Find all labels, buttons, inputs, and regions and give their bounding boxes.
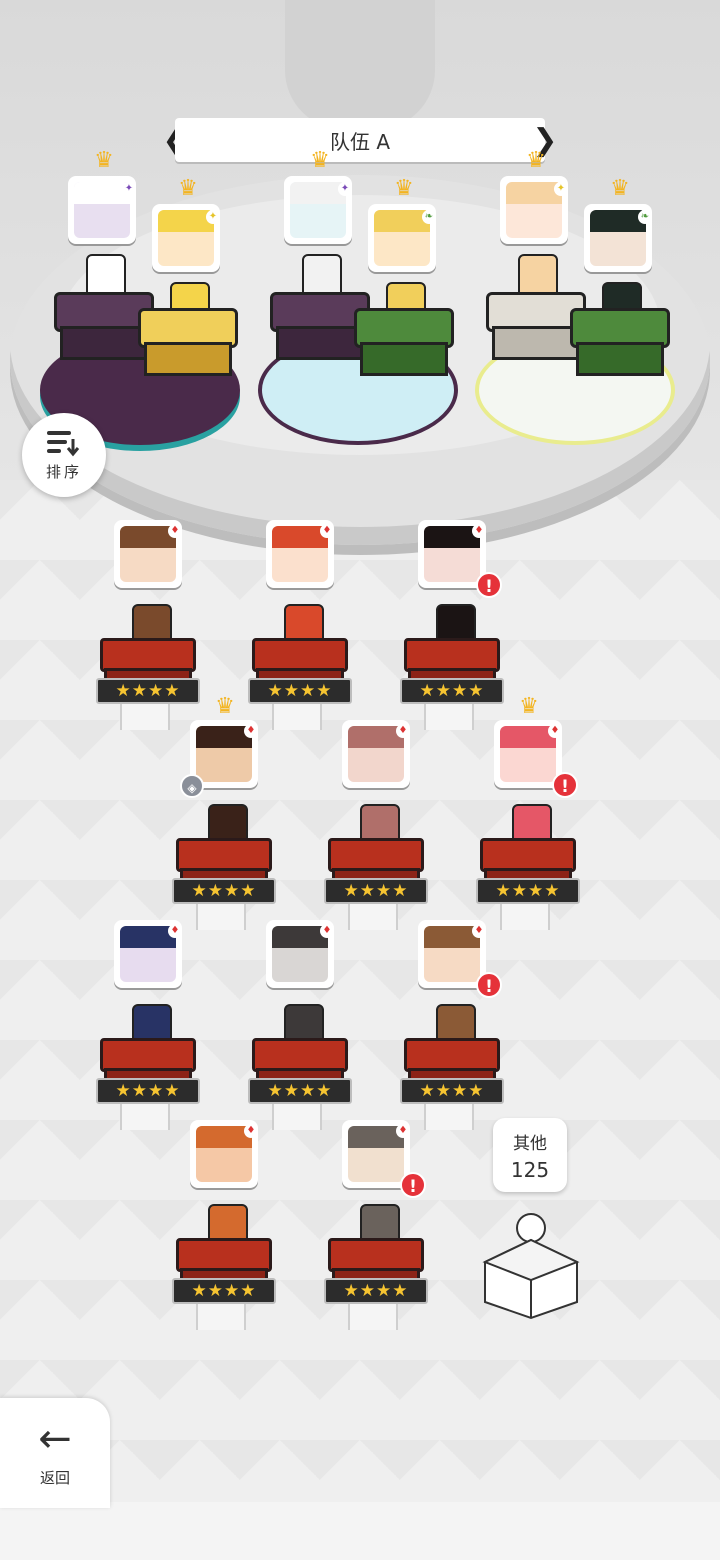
element-icon: ♦ — [396, 1124, 410, 1138]
star-rating: ★★★★ — [96, 1078, 200, 1104]
pedestal-pillar — [348, 1304, 398, 1330]
element-icon: ♦ — [548, 724, 562, 738]
pedestal-side — [144, 342, 232, 376]
roster-hero[interactable]: ♦! ★★★★ — [324, 1120, 432, 1330]
star-rating: ★★★★ — [324, 1278, 428, 1304]
star-rating: ★★★★ — [400, 678, 504, 704]
crown-icon: ♛ — [310, 148, 330, 173]
roster-hero[interactable]: ♦ ★★★★ — [248, 520, 356, 730]
star-rating: ★★★★ — [324, 878, 428, 904]
team-hero[interactable]: ♛ ❧ — [354, 178, 454, 424]
element-icon: ❧ — [422, 210, 436, 224]
crown-icon: ♛ — [394, 176, 414, 201]
pedestal-top — [100, 1038, 196, 1072]
team-name: 队伍 A — [329, 129, 391, 154]
pedestal-top — [176, 1238, 272, 1272]
element-icon: ✦ — [554, 182, 568, 196]
sort-button[interactable]: 排序 — [22, 413, 106, 497]
element-icon: ♦ — [168, 924, 182, 938]
alert-badge: ! — [476, 972, 502, 998]
others-placeholder-cube[interactable] — [482, 1210, 580, 1320]
element-icon: ♦ — [168, 524, 182, 538]
crown-icon: ♛ — [94, 148, 114, 173]
team-hero[interactable]: ♛ ❧ — [570, 178, 670, 424]
others-count: 125 — [510, 1157, 550, 1182]
pedestal-side — [360, 342, 448, 376]
arena-emblem — [285, 0, 435, 130]
game-scene: ❮ 队伍 A ❯ ♛✦♛✦♛✦♛❧♛✦♛❧ ♦★★★★♦★★★★♦!★★★★♛♦… — [0, 0, 720, 1560]
team-hero[interactable]: ♛ ✦ — [486, 150, 586, 396]
pedestal-side — [576, 342, 664, 376]
pedestal-top — [328, 1238, 424, 1272]
star-rating: ★★★★ — [172, 878, 276, 904]
element-icon: ❧ — [638, 210, 652, 224]
others-label: 其他 — [513, 1133, 547, 1154]
element-icon: ♦ — [472, 924, 486, 938]
star-rating: ★★★★ — [248, 1078, 352, 1104]
element-icon: ♦ — [244, 1124, 258, 1138]
roster-hero[interactable]: ♦ ★★★★ — [96, 520, 204, 730]
sort-icon — [47, 430, 80, 456]
sort-button-label: 排序 — [45, 462, 82, 481]
pedestal-top — [176, 838, 272, 872]
crown-icon: ♛ — [526, 148, 546, 173]
team-hero[interactable]: ♛ ✦ — [270, 150, 370, 396]
star-rating: ★★★★ — [248, 678, 352, 704]
back-button-label: 返回 — [39, 1468, 70, 1487]
pedestal-pillar — [196, 1304, 246, 1330]
pedestal-top — [480, 838, 576, 872]
back-button[interactable]: ← 返回 — [0, 1398, 110, 1508]
roster-hero[interactable]: ♛ ♦! ★★★★ — [476, 696, 584, 930]
roster-hero[interactable]: ♦! ★★★★ — [400, 920, 508, 1130]
roster-hero[interactable]: ♛ ♦ ◈ ★★★★ — [172, 696, 280, 930]
pedestal-pillar — [120, 704, 170, 730]
element-icon: ♦ — [320, 524, 334, 538]
pedestal-side — [60, 326, 148, 360]
star-rating: ★★★★ — [400, 1078, 504, 1104]
pedestal-side — [276, 326, 364, 360]
element-icon: ♦ — [396, 724, 410, 738]
roster-hero[interactable]: ♦! ★★★★ — [400, 520, 508, 730]
star-rating: ★★★★ — [172, 1278, 276, 1304]
crown-icon: ♛ — [610, 176, 630, 201]
crown-icon: ♛ — [215, 694, 235, 719]
pedestal-top — [252, 638, 348, 672]
alert-badge: ! — [552, 772, 578, 798]
others-count-bubble[interactable]: 其他 125 — [493, 1118, 567, 1192]
team-hero[interactable]: ♛ ✦ — [54, 150, 154, 396]
element-icon: ♦ — [320, 924, 334, 938]
crown-icon: ♛ — [519, 694, 539, 719]
layer-badge-icon: ◈ — [180, 774, 204, 798]
pedestal-top — [100, 638, 196, 672]
team-name-banner: 队伍 A — [175, 118, 545, 162]
pedestal-side — [492, 326, 580, 360]
roster-hero[interactable]: ♦ ★★★★ — [172, 1120, 280, 1330]
star-rating: ★★★★ — [476, 878, 580, 904]
element-icon: ✦ — [338, 182, 352, 196]
team-pedestal — [354, 308, 454, 378]
roster-hero[interactable]: ♦ ★★★★ — [248, 920, 356, 1130]
team-hero[interactable]: ♛ ✦ — [138, 178, 238, 424]
bottom-bar — [0, 1502, 720, 1560]
pedestal-top — [404, 1038, 500, 1072]
alert-badge: ! — [400, 1172, 426, 1198]
team-pedestal — [570, 308, 670, 378]
pedestal-pillar — [120, 1104, 170, 1130]
element-icon: ♦ — [244, 724, 258, 738]
roster-hero[interactable]: ♦ ★★★★ — [96, 920, 204, 1130]
element-icon: ✦ — [206, 210, 220, 224]
roster-hero[interactable]: ♦ ★★★★ — [324, 720, 432, 930]
crown-icon: ♛ — [178, 176, 198, 201]
pedestal-top — [252, 1038, 348, 1072]
alert-badge: ! — [476, 572, 502, 598]
pedestal-top — [404, 638, 500, 672]
back-arrow-icon: ← — [38, 1415, 72, 1462]
pedestal-top — [328, 838, 424, 872]
star-rating: ★★★★ — [96, 678, 200, 704]
element-icon: ♦ — [472, 524, 486, 538]
team-pedestal — [138, 308, 238, 378]
element-icon: ✦ — [122, 182, 136, 196]
